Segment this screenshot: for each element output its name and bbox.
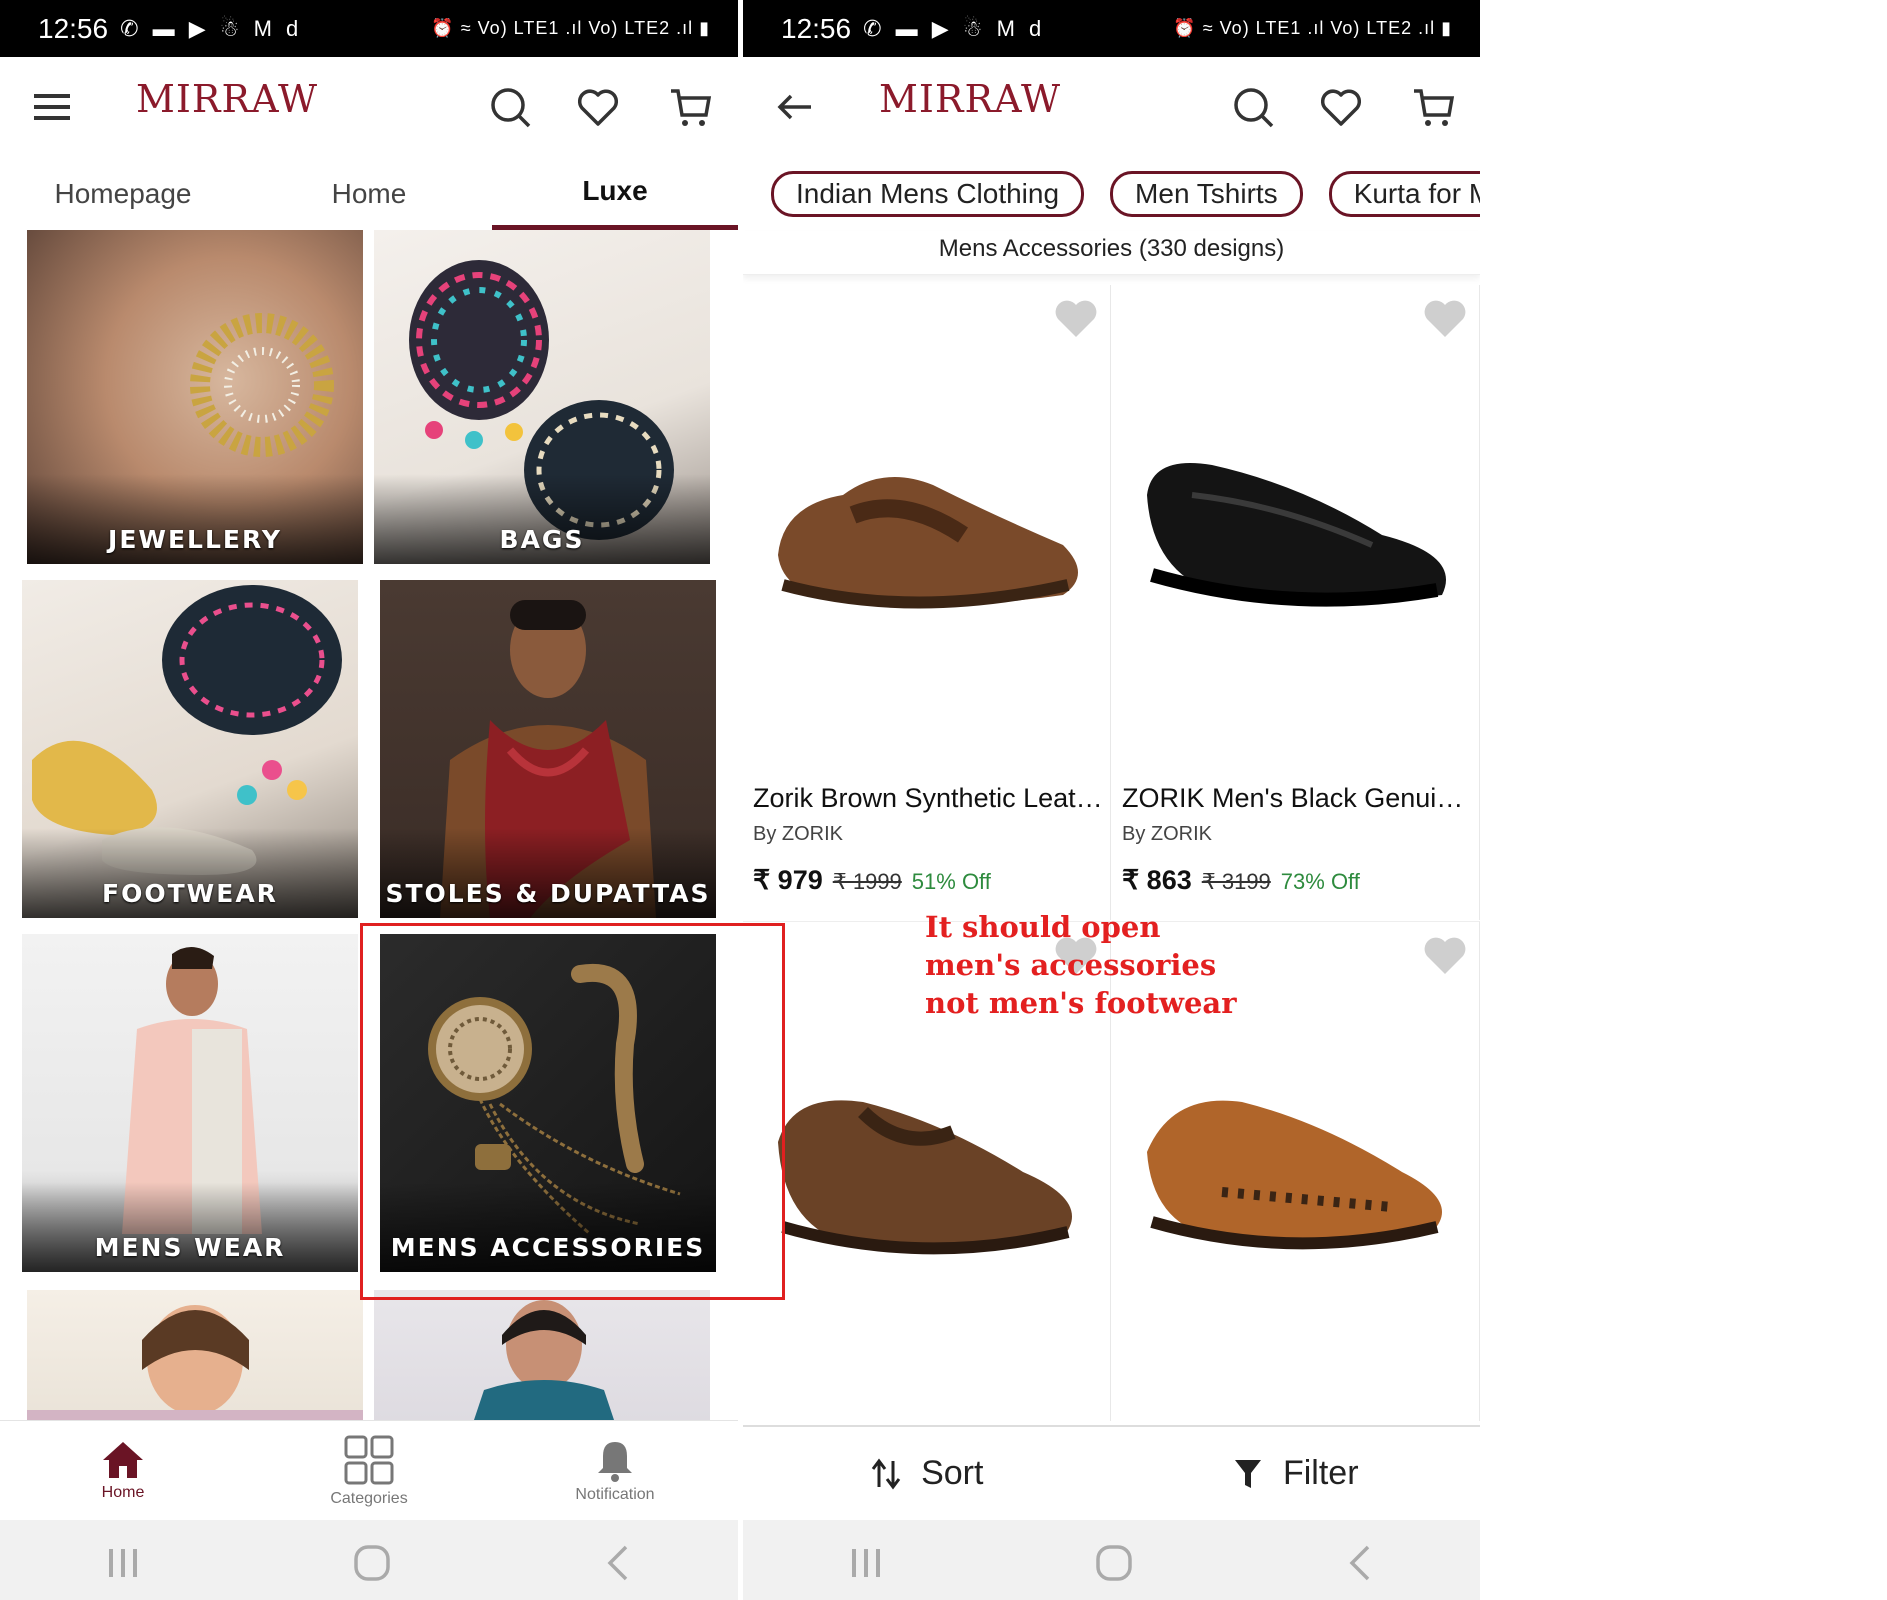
sort-label: Sort [921,1454,984,1492]
product-price-row: ₹ 863 ₹ 3199 73% Off [1122,865,1360,896]
search-icon[interactable] [1229,83,1277,131]
tab-luxe[interactable]: Luxe [492,157,738,230]
cart-icon[interactable] [666,83,714,131]
tile-label: MENS WEAR [94,1233,286,1262]
tile-label: BAGS [499,525,585,554]
tile-label: JEWELLERY [108,525,282,554]
mirraw-logo[interactable]: MIRRAW [879,77,1061,121]
comparison-page: 12:56 ✆ ▬ ▶ ☃ M d ⏰ ≈ Vo) LTE1 .ıl Vo) L… [0,0,1887,1600]
grid-icon [344,1435,394,1484]
category-tile-footwear[interactable]: FOOTWEAR [22,580,358,918]
status-time: 12:56 [781,12,852,44]
left-screen-home-luxe: 12:56 ✆ ▬ ▶ ☃ M d ⏰ ≈ Vo) LTE1 .ıl Vo) L… [0,0,738,1600]
product-card[interactable]: ZORIK Men's Black Genuin… By ZORIK ₹ 863… [1112,285,1480,920]
recent-apps-icon[interactable] [106,1546,140,1580]
annotation-line: men's accessories [925,948,1217,982]
product-name: ZORIK Men's Black Genuin… [1122,783,1474,813]
home-button-icon[interactable] [1094,1543,1134,1583]
product-discount: 73% Off [1280,869,1360,894]
sort-arrows-icon [871,1458,901,1489]
girl-image [27,1305,363,1420]
home-icon [103,1441,143,1478]
status-bar: 12:56 ✆ ▬ ▶ ☃ M d ⏰ ≈ Vo) LTE1 .ıl Vo) L… [743,0,1480,57]
category-tile-stoles-dupattas[interactable]: STOLES & DUPATTAS [380,580,716,918]
heart-icon[interactable] [574,83,622,131]
recent-apps-icon[interactable] [849,1546,883,1580]
chip-men-tshirts[interactable]: Men Tshirts [1110,171,1303,217]
nav-home[interactable]: Home [0,1421,246,1520]
product-image [778,1100,1072,1255]
back-button-icon[interactable] [1346,1543,1374,1583]
product-price: ₹ 979 [753,865,823,895]
nav-notification[interactable]: Notification [492,1421,738,1520]
product-price-row: ₹ 979 ₹ 1999 51% Off [753,865,991,896]
product-original-price: ₹ 1999 [832,869,902,894]
status-system-icons: ⏰ ≈ Vo) LTE1 .ıl Vo) LTE2 .ıl ▮ [431,18,710,38]
heart-icon[interactable] [1317,83,1365,131]
tile-label: FOOTWEAR [102,879,278,908]
search-icon[interactable] [486,83,534,131]
bell-icon [598,1441,632,1482]
wishlist-heart-icon[interactable] [1422,934,1468,976]
status-notification-icons: ✆ ▬ ▶ ☃ M d [863,15,1046,41]
chip-indian-mens-clothing[interactable]: Indian Mens Clothing [771,171,1085,217]
tab-homepage[interactable]: Homepage [0,157,246,230]
chip-kurta-for-men[interactable]: Kurta for Men [1328,171,1480,217]
right-screen-mens-accessories: 12:56 ✆ ▬ ▶ ☃ M d ⏰ ≈ Vo) LTE1 .ıl Vo) L… [743,0,1480,1600]
product-image [1147,1100,1442,1250]
earring-image [190,313,334,457]
product-card[interactable]: Zorik Brown Synthetic Leat… By ZORIK ₹ 9… [743,285,1111,920]
hamburger-menu-icon[interactable] [28,83,76,131]
annotation-line: not men's footwear [925,986,1237,1020]
status-notification-icons: ✆ ▬ ▶ ☃ M d [120,15,303,41]
product-image [778,477,1078,609]
sort-filter-bar: Sort Filter [743,1425,1480,1520]
category-tile-bags[interactable]: BAGS [374,230,710,564]
annotation-line: It should open [925,910,1161,944]
mirraw-logo[interactable]: MIRRAW [136,77,318,121]
annotation-highlight-box [360,923,785,1300]
nav-categories-label: Categories [330,1489,408,1507]
category-tile-kids-boy[interactable] [374,1290,710,1420]
nav-categories[interactable]: Categories [246,1421,492,1520]
top-tabs: Homepage Home Luxe [0,157,738,230]
android-system-bar [743,1520,1480,1600]
home-button-icon[interactable] [352,1543,392,1583]
sort-button[interactable]: Sort [743,1427,1112,1520]
product-brand: By ZORIK [753,823,844,845]
listing-title: Mens Accessories (330 designs) [743,231,1480,275]
category-tile-mens-wear[interactable]: MENS WEAR [22,934,358,1272]
wishlist-heart-icon[interactable] [1053,297,1099,339]
tab-home[interactable]: Home [246,157,492,230]
product-price: ₹ 863 [1122,865,1192,895]
back-button-icon[interactable] [604,1543,632,1583]
app-header: MIRRAW [743,57,1480,157]
product-name: Zorik Brown Synthetic Leat… [753,783,1103,813]
filter-button[interactable]: Filter [1112,1427,1481,1520]
nav-home-label: Home [101,1483,145,1501]
filter-funnel-icon [1234,1459,1261,1488]
product-brand: By ZORIK [1122,823,1213,845]
product-original-price: ₹ 3199 [1201,869,1271,894]
filter-label: Filter [1282,1454,1359,1492]
status-bar: 12:56 ✆ ▬ ▶ ☃ M d ⏰ ≈ Vo) LTE1 .ıl Vo) L… [0,0,738,57]
category-tile-jewellery[interactable]: JEWELLERY [27,230,363,564]
app-header: MIRRAW [0,57,738,157]
annotation-note: It should open men's accessories not men… [925,908,1236,1022]
cart-icon[interactable] [1409,83,1457,131]
product-discount: 51% Off [911,869,991,894]
nav-notification-label: Notification [575,1485,655,1503]
wishlist-heart-icon[interactable] [1422,297,1468,339]
category-tile-kids-girl[interactable] [27,1290,363,1420]
back-arrow-icon[interactable] [771,83,819,131]
tile-label: STOLES & DUPATTAS [385,879,711,908]
boy-image [474,1300,614,1420]
status-time: 12:56 [38,12,109,44]
bottom-navigation: Home Categories Notification [0,1420,738,1520]
status-system-icons: ⏰ ≈ Vo) LTE1 .ıl Vo) LTE2 .ıl ▮ [1173,18,1452,38]
product-image [1147,463,1446,607]
android-system-bar [0,1520,738,1600]
related-category-chips: Indian Mens Clothing Men Tshirts Kurta f… [743,157,1480,231]
